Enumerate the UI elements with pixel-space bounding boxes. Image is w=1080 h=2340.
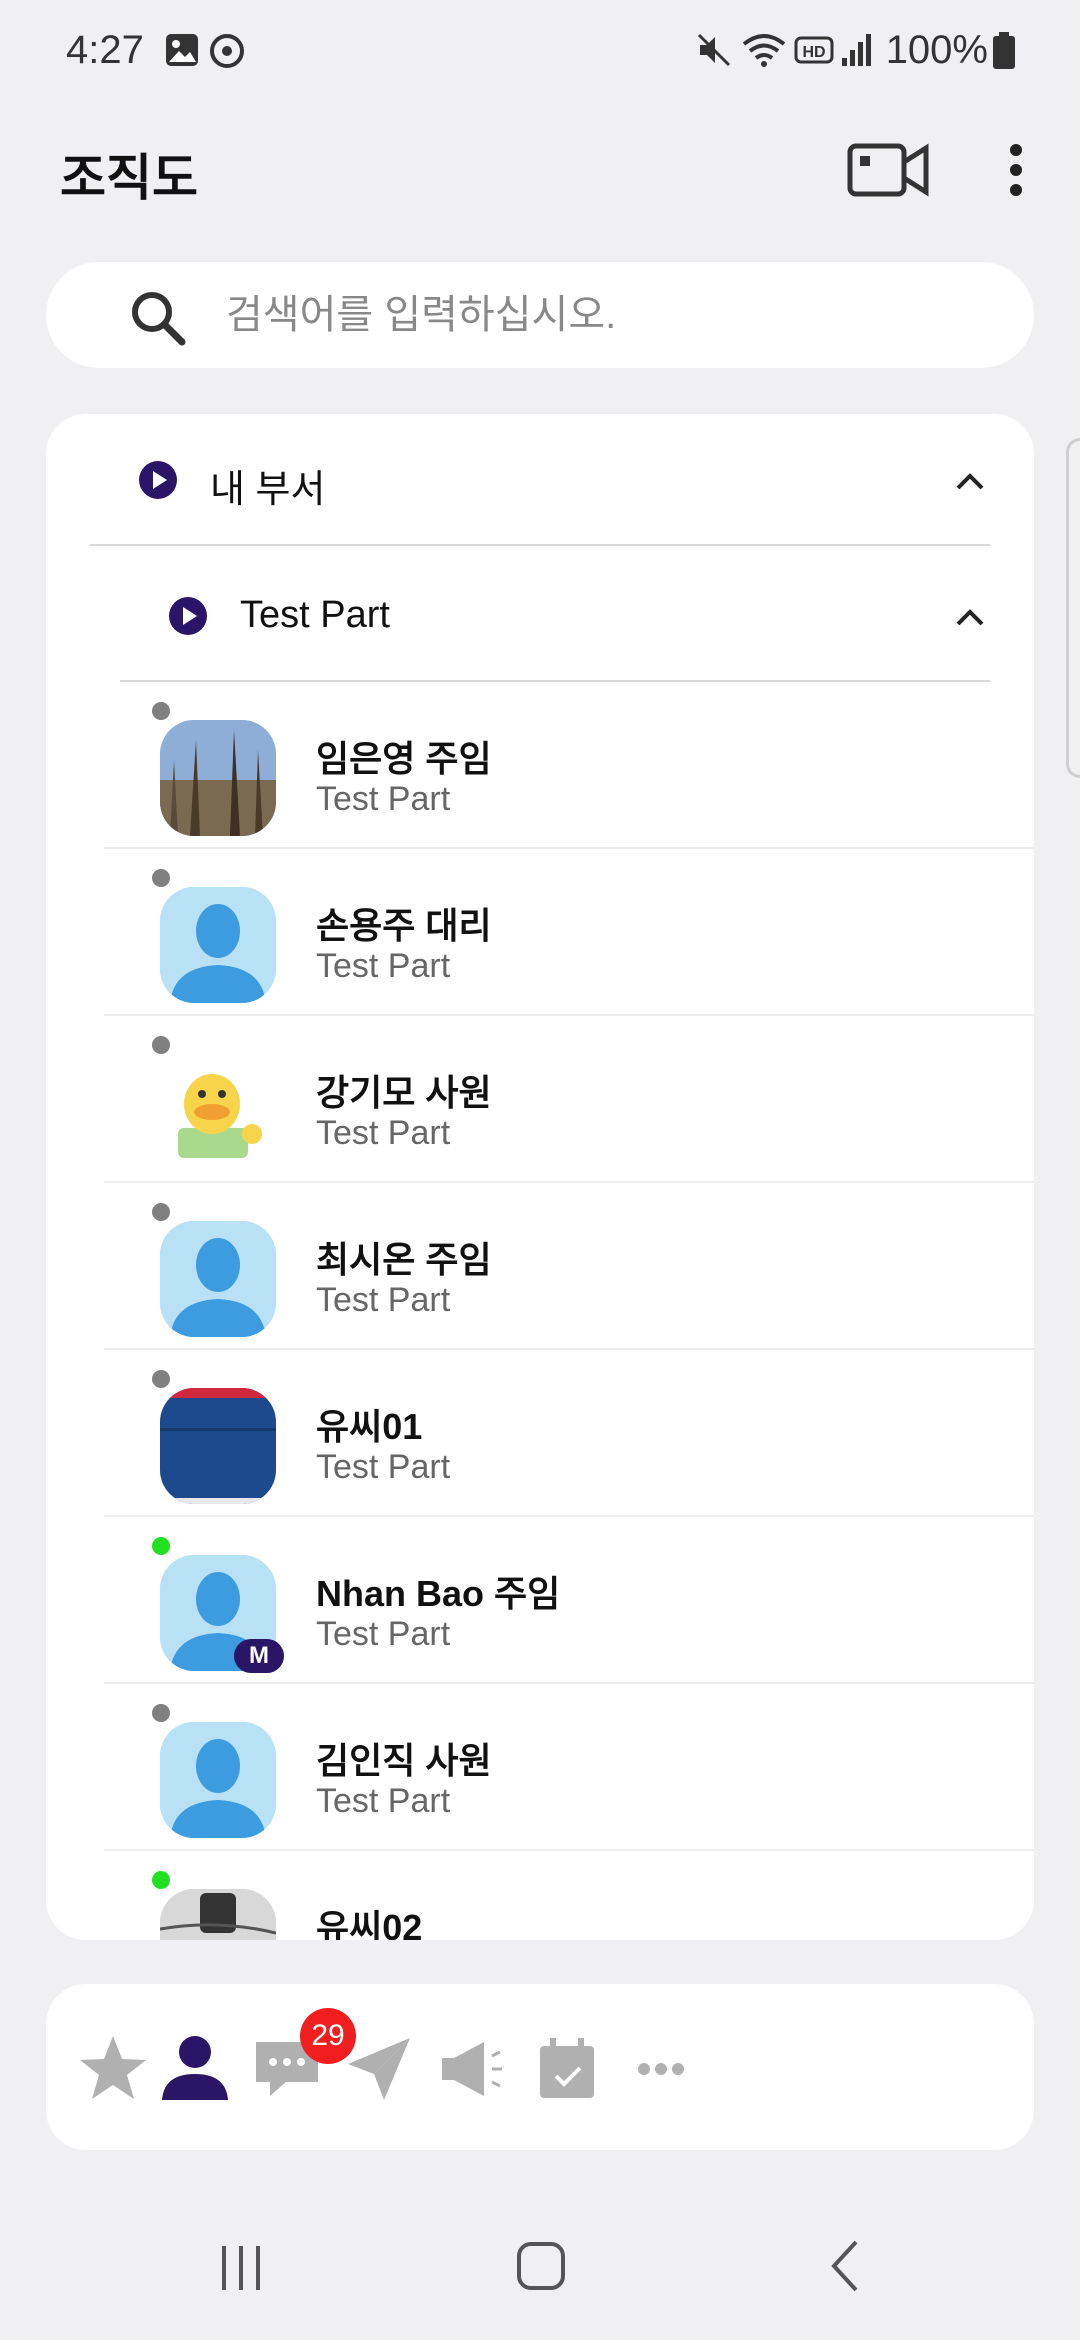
battery-icon [992,32,1016,75]
search-bar[interactable] [46,262,1034,368]
signal-icon [840,32,874,73]
member-name: 유씨02 [316,1907,423,1940]
back-chevron-icon [831,2240,858,2292]
tab-send[interactable] [334,2024,424,2114]
status-dot-offline [152,869,170,887]
default-person-icon [160,887,276,1003]
dept-play-icon [138,460,178,500]
gallery-icon [164,32,200,73]
video-camera-icon [847,143,929,197]
video-call-button[interactable] [846,140,930,200]
dept-label-my-dept: 내 부서 [210,469,326,511]
dept-row-my-dept[interactable]: 내 부서 [90,414,990,546]
avatar[interactable] [160,1054,276,1170]
dept-play-icon [168,596,208,636]
status-dot-offline [152,1203,170,1221]
avatar[interactable] [160,1221,276,1337]
dept-label-test-part: Test Part [240,594,390,636]
status-dot-offline [152,1036,170,1054]
calendar-icon [540,2038,594,2098]
recent-apps-icon [222,2246,260,2290]
chevron-up-icon[interactable] [950,598,990,634]
tab-calendar[interactable] [522,2024,612,2114]
member-name: 유씨01 [316,1406,423,1447]
status-dot-offline [152,702,170,720]
more-options-button[interactable] [996,142,1036,198]
more-dots-icon [638,2063,684,2075]
member-dept: Test Part [316,1782,451,1820]
recent-apps-button[interactable] [206,2236,276,2296]
status-dot-offline [152,1370,170,1388]
battery-percent: 100% [885,28,988,72]
status-dot-online [152,1537,170,1555]
member-name: 김인직 사원 [316,1740,492,1781]
page-title: 조직도 [60,150,198,206]
system-nav-bar [0,2190,1080,2340]
wifi-icon [742,32,786,73]
megaphone-icon [442,2042,502,2096]
member-row[interactable]: 유씨01 Test Part [104,1350,1034,1517]
status-dot-offline [152,1704,170,1722]
member-list: 임은영 주임 Test Part 손용주 대리 Test Part 강기모 사원… [104,682,1034,1940]
tab-favorites[interactable] [68,2024,158,2114]
avatar[interactable] [160,1388,276,1504]
member-dept: Test Part [316,1114,451,1152]
side-panel-handle[interactable] [1066,438,1080,778]
status-bar: 4:27 HD 100% [0,0,1080,110]
member-row[interactable]: 손용주 대리 Test Part [104,849,1034,1016]
default-person-icon [160,1722,276,1838]
blue-fabric-icon [160,1388,276,1504]
member-dept: Test Part [316,1281,451,1319]
member-dept: Test Part [316,1615,451,1653]
member-dept: Test Part [316,780,451,818]
svg-text:HD: HD [802,44,825,61]
member-name: 임은영 주임 [316,738,492,779]
member-row[interactable]: 임은영 주임 Test Part [104,682,1034,849]
duck-character-icon [160,1054,276,1170]
member-name: 최시온 주임 [316,1239,492,1280]
back-button[interactable] [810,2236,880,2296]
tab-notice[interactable] [428,2024,518,2114]
member-row[interactable]: 최시온 주임 Test Part [104,1183,1034,1350]
manager-badge: M [234,1639,284,1673]
home-icon [517,2242,565,2290]
member-row[interactable]: 김인직 사원 Test Part [104,1684,1034,1851]
member-name: 강기모 사원 [316,1072,492,1113]
status-dot-online [152,1871,170,1889]
member-name: Nhan Bao 주임 [316,1573,561,1614]
search-input[interactable] [226,280,986,350]
bottom-tab-bar: 29 [46,1984,1034,2150]
avatar[interactable] [160,720,276,836]
member-row[interactable]: 유씨02 [104,1851,1034,1940]
sync-icon [208,32,246,75]
search-icon [128,288,188,348]
paper-plane-icon [348,2038,410,2100]
default-person-icon [160,1221,276,1337]
app-header: 조직도 [0,120,1080,220]
star-icon [80,2036,146,2099]
org-tree-card: 내 부서 Test Part 임은영 주임 Test Part 손용주 대리 T… [46,414,1034,1940]
mute-icon [696,32,732,73]
hd-icon: HD [794,32,834,73]
avatar[interactable] [160,887,276,1003]
chevron-up-icon[interactable] [950,462,990,498]
member-row[interactable]: M Nhan Bao 주임 Test Part [104,1517,1034,1684]
member-name: 손용주 대리 [316,905,492,946]
member-row[interactable]: 강기모 사원 Test Part [104,1016,1034,1183]
avatar[interactable] [160,1889,276,1940]
tab-organization[interactable] [150,2024,240,2114]
dept-row-test-part[interactable]: Test Part [120,546,990,682]
member-dept: Test Part [316,947,451,985]
status-time: 4:27 [66,28,144,72]
home-button[interactable] [506,2236,576,2296]
member-dept: Test Part [316,1448,451,1486]
tab-chat[interactable]: 29 [242,2008,356,2114]
avatar[interactable] [160,1722,276,1838]
device-photo-icon [160,1889,276,1940]
tab-more[interactable] [616,2024,706,2114]
kebab-menu-icon [1010,144,1022,196]
person-icon [162,2036,228,2100]
